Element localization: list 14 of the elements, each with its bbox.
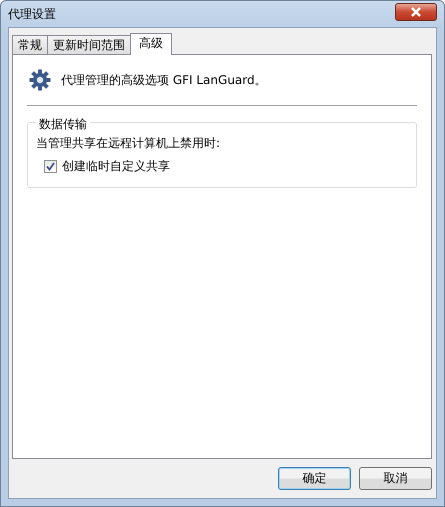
description-text: 代理管理的高级选项 GFI LanGuard。	[61, 72, 267, 88]
gear-icon	[29, 69, 51, 91]
ok-button[interactable]: 确定	[278, 467, 351, 490]
cancel-button[interactable]: 取消	[359, 467, 432, 490]
close-button[interactable]	[395, 3, 437, 21]
checkbox-label: 创建临时自定义共享	[62, 158, 170, 175]
tab[interactable]: 更新时间范围	[47, 35, 131, 54]
checkbox[interactable]	[44, 160, 57, 173]
group-title: 数据传输	[36, 117, 90, 131]
tab[interactable]: 高级	[130, 33, 172, 55]
group-label: 当管理共享在远程计算机上禁用时:	[36, 135, 222, 152]
window-title: 代理设置	[8, 6, 56, 22]
tab[interactable]: 常规	[12, 35, 48, 54]
close-icon	[410, 7, 422, 17]
